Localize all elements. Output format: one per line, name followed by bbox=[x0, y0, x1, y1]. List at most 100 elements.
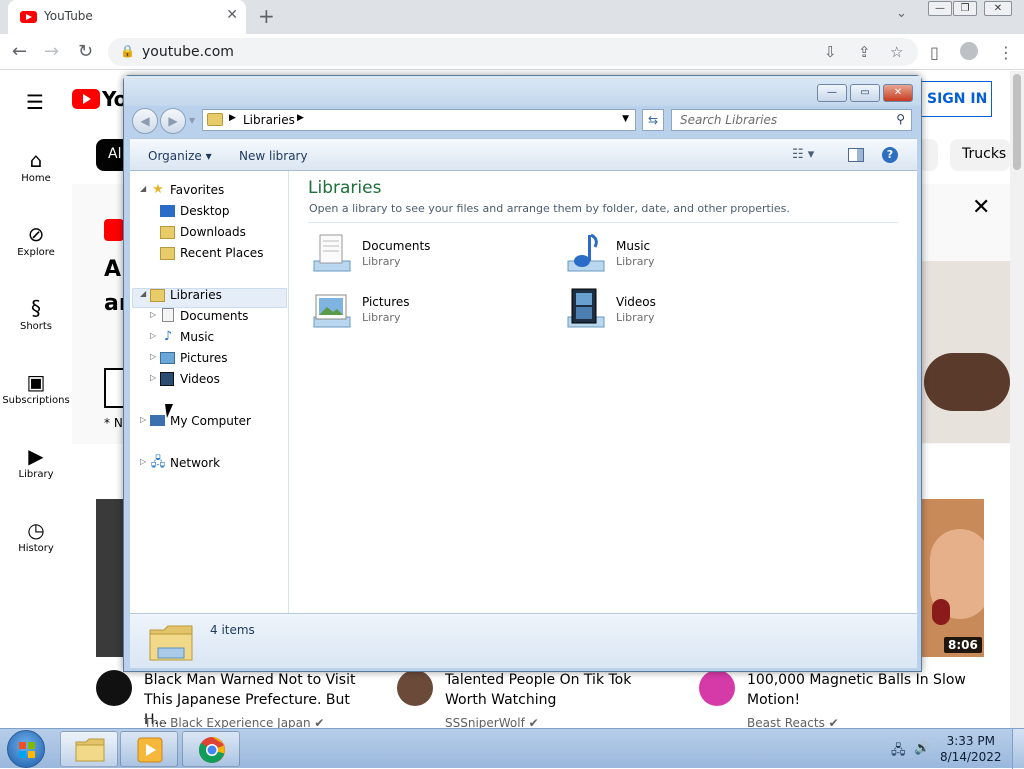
channel-name[interactable]: SSSniperWolf ✔ bbox=[445, 716, 539, 728]
share-icon[interactable]: ⇪ bbox=[858, 43, 871, 61]
windows-taskbar: 🖧 🔊 3:33 PM 8/14/2022 bbox=[0, 728, 1024, 769]
close-button[interactable]: ✕ bbox=[883, 84, 913, 102]
maximize-button[interactable]: ▭ bbox=[850, 84, 880, 102]
collapse-arrow-icon[interactable]: ◢ bbox=[140, 184, 146, 193]
video-thumbnail[interactable] bbox=[920, 499, 984, 657]
recent-places-icon bbox=[160, 247, 175, 260]
browser-restore-button[interactable]: ❐ bbox=[953, 1, 977, 16]
navigation-pane: ◢ ★ Favorites Desktop Downloads Recent P… bbox=[130, 171, 289, 613]
refresh-button[interactable]: ⇆ bbox=[642, 109, 664, 131]
forward-arrow-icon[interactable]: → bbox=[44, 41, 59, 62]
new-library-button[interactable]: New library bbox=[239, 149, 308, 163]
scrollbar-thumb[interactable] bbox=[1013, 74, 1021, 170]
library-videos[interactable]: Videos Library bbox=[562, 285, 802, 335]
sidebar-item-library[interactable]: ▶ Library bbox=[0, 443, 72, 480]
new-tab-button[interactable]: + bbox=[258, 4, 275, 28]
video-title[interactable]: Talented People On Tik Tok Worth Watchin… bbox=[445, 670, 675, 710]
help-icon[interactable]: ? bbox=[882, 147, 898, 163]
recent-pages-chevron-icon[interactable]: ▼ bbox=[189, 116, 195, 125]
start-button[interactable] bbox=[7, 730, 45, 768]
library-pictures[interactable]: Pictures Library bbox=[308, 285, 548, 335]
hamburger-menu-icon[interactable]: ☰ bbox=[26, 90, 44, 114]
lock-icon[interactable]: 🔒 bbox=[120, 44, 135, 58]
expand-arrow-icon[interactable]: ▷ bbox=[150, 352, 156, 361]
forward-button[interactable]: ▶ bbox=[160, 108, 186, 134]
library-music[interactable]: Music Library bbox=[562, 229, 802, 279]
address-dropdown-icon[interactable]: ▼ bbox=[622, 114, 629, 124]
organize-button[interactable]: Organize ▾ bbox=[148, 149, 212, 163]
taskbar-clock[interactable]: 3:33 PM 8/14/2022 bbox=[940, 733, 1002, 765]
back-button[interactable]: ◀ bbox=[132, 108, 158, 134]
taskbar-media-player[interactable] bbox=[120, 731, 178, 767]
browser-tab-youtube[interactable]: YouTube ✕ bbox=[8, 0, 246, 34]
content-divider bbox=[308, 222, 898, 223]
expand-arrow-icon[interactable]: ▷ bbox=[140, 457, 146, 466]
channel-avatar[interactable] bbox=[699, 670, 735, 706]
browser-toolbar: ← → ↻ 🔒 youtube.com ⇩ ⇪ ☆ ▯ ⋮ bbox=[0, 34, 1024, 70]
channel-name[interactable]: Beast Reacts ✔ bbox=[747, 716, 839, 728]
volume-tray-icon[interactable]: 🔊 bbox=[914, 741, 930, 756]
history-icon: ◷ bbox=[27, 518, 45, 542]
home-icon: ⌂ bbox=[29, 148, 43, 172]
profile-avatar-icon[interactable] bbox=[960, 42, 978, 60]
search-icon[interactable]: ⚲ bbox=[896, 112, 905, 126]
taskbar-chrome[interactable] bbox=[182, 731, 240, 767]
sign-in-button[interactable]: SIGN IN bbox=[914, 81, 992, 117]
breadcrumb-arrow-icon[interactable]: ▶ bbox=[297, 113, 304, 123]
show-desktop-button[interactable] bbox=[1012, 729, 1024, 769]
sidebar-item-subscriptions[interactable]: ▣ Subscriptions bbox=[0, 369, 72, 406]
network-tray-icon[interactable]: 🖧 bbox=[891, 741, 906, 763]
libraries-folder-icon bbox=[149, 625, 193, 661]
video-title[interactable]: 100,000 Magnetic Balls In Slow Motion! bbox=[747, 670, 977, 710]
explorer-folder-icon bbox=[75, 738, 105, 762]
address-url[interactable]: youtube.com bbox=[142, 44, 234, 60]
banner-close-icon[interactable]: ✕ bbox=[972, 195, 990, 220]
chip-trucks[interactable]: Trucks bbox=[950, 139, 1010, 171]
browser-close-button[interactable]: ✕ bbox=[984, 1, 1012, 16]
breadcrumb-arrow-icon[interactable]: ▶ bbox=[229, 113, 236, 123]
preview-pane-icon[interactable] bbox=[848, 148, 864, 162]
page-scrollbar[interactable] bbox=[1010, 71, 1024, 728]
taskbar-explorer[interactable] bbox=[60, 731, 118, 767]
install-app-icon[interactable]: ⇩ bbox=[824, 43, 837, 61]
expand-arrow-icon[interactable]: ▷ bbox=[150, 331, 156, 340]
library-documents[interactable]: Documents Library bbox=[308, 229, 548, 279]
explorer-body: ◢ ★ Favorites Desktop Downloads Recent P… bbox=[130, 171, 917, 613]
tab-close-icon[interactable]: ✕ bbox=[226, 7, 238, 23]
explorer-address-bar[interactable]: ▶ Libraries ▶ ▼ bbox=[202, 109, 636, 131]
youtube-premium-logo-icon bbox=[104, 219, 124, 241]
expand-arrow-icon[interactable]: ▷ bbox=[150, 310, 156, 319]
address-bar[interactable]: 🔒 youtube.com ⇩ ⇪ ☆ bbox=[108, 38, 918, 66]
browser-minimize-button[interactable]: — bbox=[928, 1, 952, 16]
chrome-icon bbox=[198, 737, 225, 763]
back-arrow-icon[interactable]: ← bbox=[12, 41, 27, 62]
expand-arrow-icon[interactable]: ▷ bbox=[140, 415, 146, 424]
video-thumbnail[interactable] bbox=[96, 499, 126, 657]
content-pane: Libraries Open a library to see your fil… bbox=[290, 171, 917, 613]
breadcrumb-libraries[interactable]: Libraries bbox=[243, 113, 295, 127]
channel-name[interactable]: The Black Experience Japan ✔ bbox=[144, 716, 325, 728]
bookmark-star-icon[interactable]: ☆ bbox=[890, 43, 903, 61]
sidebar-item-shorts[interactable]: § Shorts bbox=[0, 295, 72, 332]
sidebar-item-history[interactable]: ◷ History bbox=[0, 517, 72, 554]
tree-label: Desktop bbox=[180, 204, 230, 218]
subscriptions-icon: ▣ bbox=[26, 370, 46, 394]
youtube-logo-icon[interactable] bbox=[72, 89, 100, 109]
explorer-title-bar[interactable]: — ▭ ✕ bbox=[124, 76, 921, 106]
tab-search-chevron-icon[interactable]: ⌄ bbox=[896, 6, 907, 21]
minimize-button[interactable]: — bbox=[817, 84, 847, 102]
expand-arrow-icon[interactable]: ▷ bbox=[150, 373, 156, 382]
clock-date: 8/14/2022 bbox=[940, 750, 1002, 764]
collapse-arrow-icon[interactable]: ◢ bbox=[140, 289, 146, 298]
library-name: Videos bbox=[616, 295, 656, 309]
sidebar-item-explore[interactable]: ⊘ Explore bbox=[0, 221, 72, 258]
tree-label: Network bbox=[170, 456, 221, 470]
reload-icon[interactable]: ↻ bbox=[78, 41, 93, 62]
change-view-icon[interactable]: ☷ ▾ bbox=[792, 147, 814, 162]
side-panel-icon[interactable]: ▯ bbox=[930, 43, 939, 62]
channel-avatar[interactable] bbox=[397, 670, 433, 706]
channel-avatar[interactable] bbox=[96, 670, 132, 706]
browser-menu-icon[interactable]: ⋮ bbox=[998, 43, 1014, 62]
search-input[interactable]: Search Libraries ⚲ bbox=[671, 109, 912, 131]
sidebar-item-home[interactable]: ⌂ Home bbox=[0, 147, 72, 184]
